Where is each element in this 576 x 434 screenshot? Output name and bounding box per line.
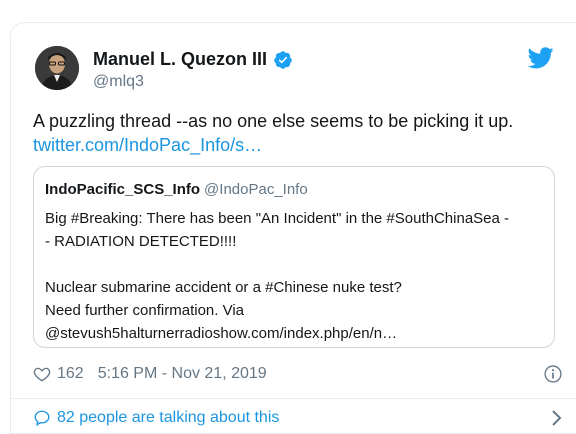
quoted-line: - RADIATION DETECTED!!!! xyxy=(45,233,237,250)
quoted-line: Big #Breaking: There has been "An Incide… xyxy=(45,210,510,227)
author-name[interactable]: Manuel L. Quezon III xyxy=(93,49,293,70)
avatar[interactable] xyxy=(35,46,79,90)
quoted-author-handle[interactable]: @IndoPac_Info xyxy=(204,181,308,198)
heart-icon[interactable] xyxy=(33,365,51,383)
tweet-meta: 162 5:16 PM - Nov 21, 2019 xyxy=(33,363,563,385)
quoted-spacer xyxy=(45,253,550,276)
tweet-link[interactable]: twitter.com/IndoPac_Info/s… xyxy=(33,133,262,157)
quoted-line: Nuclear submarine accident or a #Chinese… xyxy=(45,279,402,296)
talking-text[interactable]: 82 people are talking about this xyxy=(57,409,279,427)
verified-icon xyxy=(274,50,292,69)
info-icon[interactable] xyxy=(543,364,563,384)
quoted-author[interactable]: IndoPacific_SCS_Info @IndoPac_Info xyxy=(45,181,308,198)
tweet-card[interactable]: Manuel L. Quezon III @mlq3 A puzzling th… xyxy=(10,22,576,434)
quoted-line: Need further confirmation. Via xyxy=(45,302,244,319)
twitter-bird-icon[interactable] xyxy=(528,47,554,69)
author-name-text[interactable]: Manuel L. Quezon III xyxy=(93,49,267,70)
quoted-line: @stevush5halturnerradioshow.com/index.ph… xyxy=(45,325,398,342)
author-handle[interactable]: @mlq3 xyxy=(93,73,144,91)
comment-bubble-icon xyxy=(34,410,50,427)
divider xyxy=(11,398,576,399)
quoted-text: Big #Breaking: There has been "An Incide… xyxy=(45,207,550,345)
tweet-text: A puzzling thread --as no one else seems… xyxy=(33,111,514,131)
like-count[interactable]: 162 xyxy=(57,365,84,383)
timestamp[interactable]: 5:16 PM - Nov 21, 2019 xyxy=(98,365,267,383)
chevron-right-icon[interactable] xyxy=(549,409,563,427)
conversation-link[interactable]: 82 people are talking about this xyxy=(33,407,563,429)
quoted-tweet[interactable]: IndoPacific_SCS_Info @IndoPac_Info Big #B… xyxy=(33,166,555,348)
quoted-author-name[interactable]: IndoPacific_SCS_Info xyxy=(45,181,200,198)
